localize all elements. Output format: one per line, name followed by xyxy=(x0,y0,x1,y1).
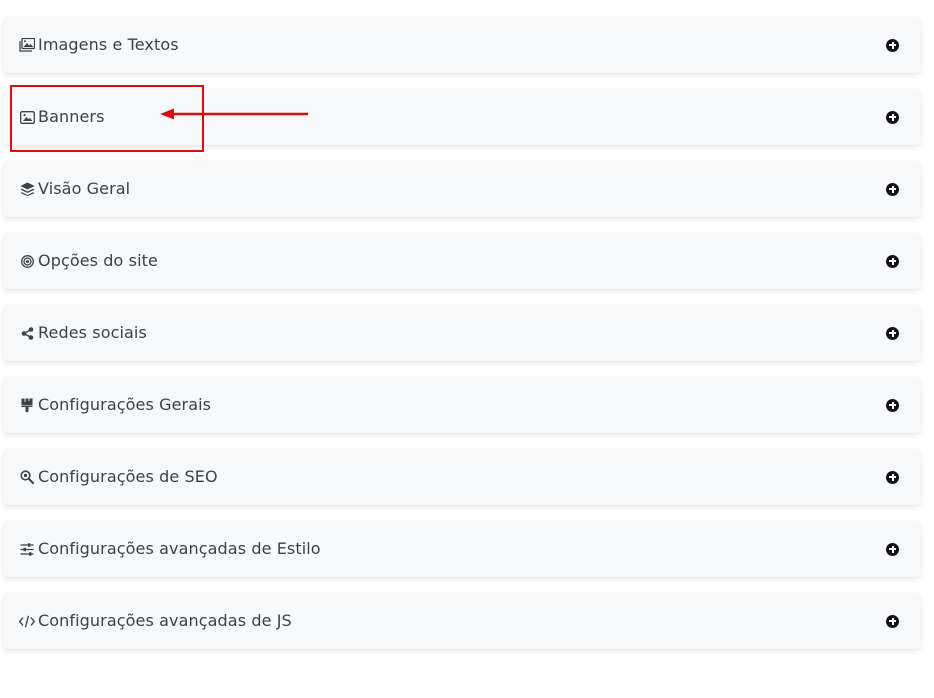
layers-icon xyxy=(19,181,35,197)
panel-banners[interactable]: Banners xyxy=(3,89,921,145)
panel-configuracoes-avancadas-estilo[interactable]: Configurações avançadas de Estilo xyxy=(3,521,921,577)
plus-circle-icon[interactable] xyxy=(886,326,899,340)
panel-header: Imagens e Textos xyxy=(19,37,179,53)
paint-brush-icon xyxy=(19,397,35,413)
images-icon xyxy=(19,37,35,53)
panel-label: Configurações avançadas de Estilo xyxy=(38,539,321,558)
plus-circle-icon[interactable] xyxy=(886,398,899,412)
panel-label: Banners xyxy=(38,107,105,126)
sliders-icon xyxy=(19,541,35,557)
panel-label: Configurações avançadas de JS xyxy=(38,611,292,630)
panel-label: Configurações de SEO xyxy=(38,467,218,486)
panel-header: Configurações de SEO xyxy=(19,469,218,485)
bullseye-icon xyxy=(19,253,35,269)
panel-configuracoes-de-seo[interactable]: Configurações de SEO xyxy=(3,449,921,505)
panel-label: Redes sociais xyxy=(38,323,147,342)
code-icon xyxy=(19,613,35,629)
plus-circle-icon[interactable] xyxy=(886,614,899,628)
panel-configuracoes-gerais[interactable]: Configurações Gerais xyxy=(3,377,921,433)
search-icon xyxy=(19,469,35,485)
plus-circle-icon[interactable] xyxy=(886,470,899,484)
panel-label: Imagens e Textos xyxy=(38,35,179,54)
settings-accordion: Imagens e Textos Banners Visão Geral Opç… xyxy=(3,17,921,665)
plus-circle-icon[interactable] xyxy=(886,38,899,52)
panel-label: Visão Geral xyxy=(38,179,131,198)
plus-circle-icon[interactable] xyxy=(886,110,899,124)
panel-header: Opções do site xyxy=(19,253,158,269)
panel-header: Banners xyxy=(19,109,105,125)
panel-opcoes-do-site[interactable]: Opções do site xyxy=(3,233,921,289)
panel-visao-geral[interactable]: Visão Geral xyxy=(3,161,921,217)
plus-circle-icon[interactable] xyxy=(886,542,899,556)
share-icon xyxy=(19,325,35,341)
panel-redes-sociais[interactable]: Redes sociais xyxy=(3,305,921,361)
panel-label: Configurações Gerais xyxy=(38,395,212,414)
panel-header: Redes sociais xyxy=(19,325,147,341)
panel-configuracoes-avancadas-js[interactable]: Configurações avançadas de JS xyxy=(3,593,921,649)
plus-circle-icon[interactable] xyxy=(886,254,899,268)
plus-circle-icon[interactable] xyxy=(886,182,899,196)
panel-imagens-e-textos[interactable]: Imagens e Textos xyxy=(3,17,921,73)
image-icon xyxy=(19,109,35,125)
panel-header: Configurações avançadas de Estilo xyxy=(19,541,321,557)
panel-header: Visão Geral xyxy=(19,181,130,197)
panel-header: Configurações avançadas de JS xyxy=(19,613,292,629)
panel-label: Opções do site xyxy=(38,251,158,270)
panel-header: Configurações Gerais xyxy=(19,397,211,413)
